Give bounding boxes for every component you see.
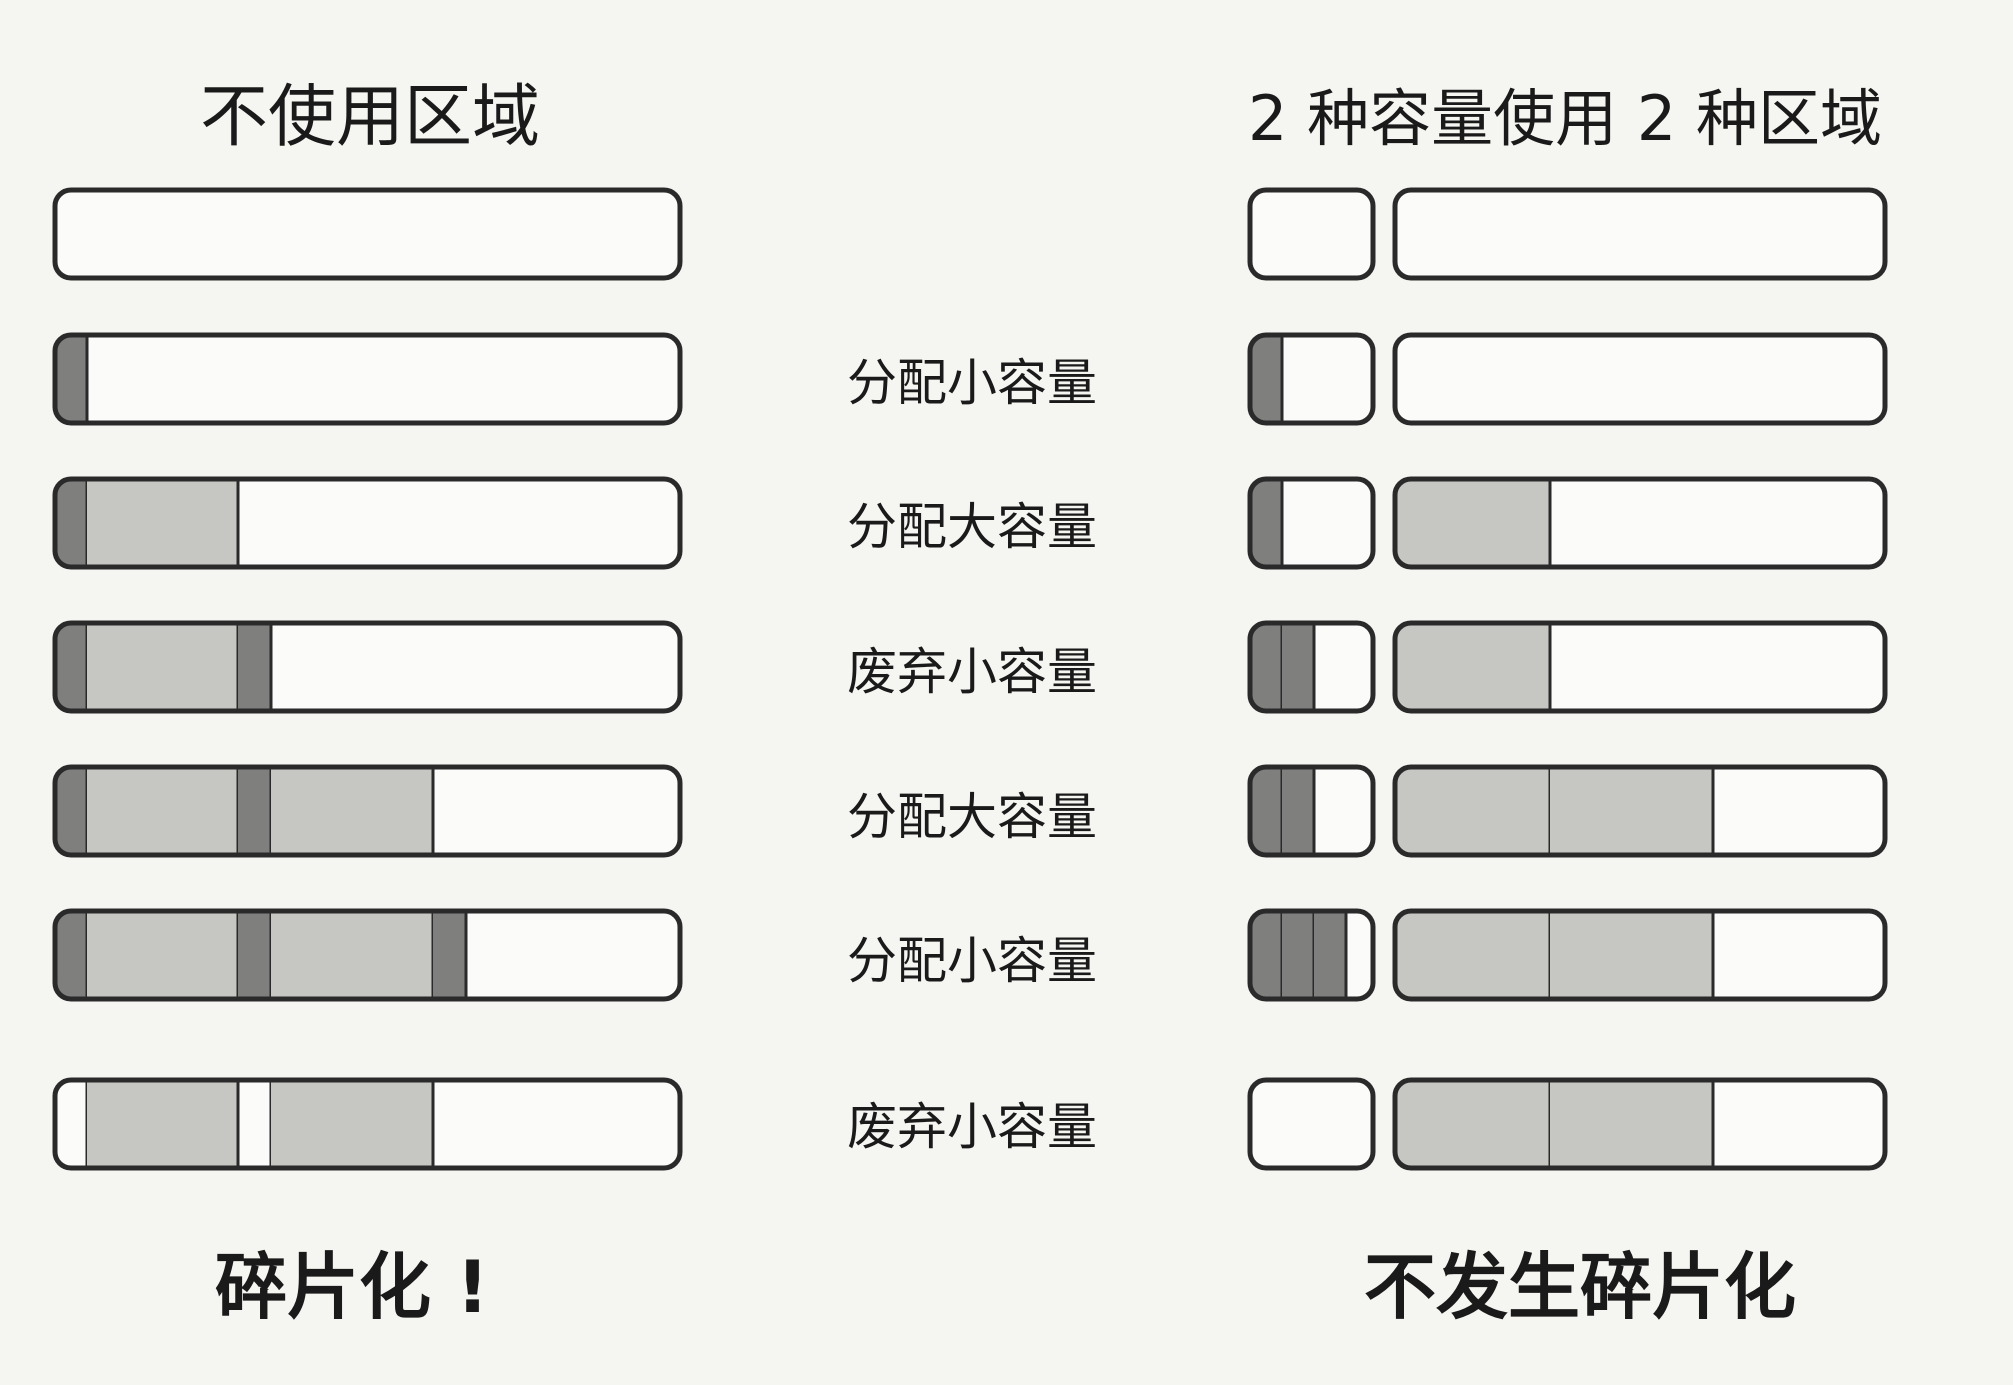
left-heading: 不使用区域 (200, 78, 540, 157)
step-label-4: 分配大容量 (847, 788, 1097, 846)
left-memory-bar-row-3 (52, 476, 683, 570)
left-memory-bar-row-4 (52, 620, 683, 714)
large-allocation-block (1550, 911, 1713, 999)
bar-background (1250, 190, 1373, 278)
small-allocation-block (55, 911, 87, 999)
right-large-area-bar-row-7 (1392, 1077, 1888, 1171)
large-allocation-block (87, 911, 238, 999)
bar-background (55, 335, 680, 423)
right-small-area-bar-row-6 (1247, 908, 1376, 1002)
step-label-6: 废弃小容量 (847, 1098, 1097, 1156)
small-allocation-block (238, 911, 271, 999)
small-allocation-block (55, 479, 87, 567)
small-allocation-block (1250, 911, 1282, 999)
right-heading: 2 种容量使用 2 种区域 (1248, 82, 1882, 155)
large-allocation-block (1395, 1080, 1550, 1168)
bar-background (55, 190, 680, 278)
step-label-3: 废弃小容量 (847, 643, 1097, 701)
small-allocation-block (238, 767, 271, 855)
small-allocation-block (1250, 479, 1282, 567)
bar-background (1395, 335, 1885, 423)
step-label-1: 分配小容量 (847, 354, 1097, 412)
large-allocation-block (87, 1080, 238, 1168)
large-allocation-block (271, 767, 433, 855)
large-allocation-block (1550, 1080, 1713, 1168)
memory-fragmentation-diagram: 不使用区域 2 种容量使用 2 种区域 分配小容量 分配大容量 废弃小容量 分配… (0, 0, 2013, 1385)
small-allocation-block (1282, 911, 1314, 999)
small-allocation-block (1314, 911, 1346, 999)
right-large-area-bar-row-6 (1392, 908, 1888, 1002)
small-allocation-block (1250, 623, 1282, 711)
small-allocation-block (1282, 767, 1314, 855)
right-large-area-bar-row-4 (1392, 620, 1888, 714)
large-allocation-block (1550, 767, 1713, 855)
left-memory-bar-row-7 (52, 1077, 683, 1171)
left-result-label: 碎片化 ! (215, 1245, 489, 1329)
left-memory-bar-row-5 (52, 764, 683, 858)
right-large-area-bar-row-5 (1392, 764, 1888, 858)
small-allocation-block (433, 911, 466, 999)
step-label-2: 分配大容量 (847, 498, 1097, 556)
large-allocation-block (87, 767, 238, 855)
small-allocation-block (55, 623, 87, 711)
left-memory-bar-row-1 (52, 187, 683, 281)
large-allocation-block (1395, 911, 1550, 999)
right-small-area-bar-row-3 (1247, 476, 1376, 570)
right-small-area-bar-row-2 (1247, 332, 1376, 426)
right-small-area-bar-row-7 (1247, 1077, 1376, 1171)
small-allocation-block (55, 335, 87, 423)
small-allocation-block (1250, 767, 1282, 855)
large-allocation-block (1395, 479, 1550, 567)
right-large-area-bar-row-3 (1392, 476, 1888, 570)
small-allocation-block (1282, 623, 1314, 711)
left-memory-bar-row-2 (52, 332, 683, 426)
large-allocation-block (87, 479, 238, 567)
diagram-canvas: 不使用区域 2 种容量使用 2 种区域 分配小容量 分配大容量 废弃小容量 分配… (52, 78, 1888, 1329)
right-small-area-bar-row-4 (1247, 620, 1376, 714)
right-small-area-bar-row-1 (1247, 187, 1376, 281)
large-allocation-block (271, 1080, 433, 1168)
bar-background (1250, 1080, 1373, 1168)
right-small-area-bar-row-5 (1247, 764, 1376, 858)
small-allocation-block (238, 623, 271, 711)
small-allocation-block (1250, 335, 1282, 423)
right-result-label: 不发生碎片化 (1364, 1245, 1796, 1329)
large-allocation-block (271, 911, 433, 999)
step-label-5: 分配小容量 (847, 932, 1097, 990)
large-allocation-block (1395, 623, 1550, 711)
right-large-area-bar-row-1 (1392, 187, 1888, 281)
large-allocation-block (1395, 767, 1550, 855)
large-allocation-block (87, 623, 238, 711)
bar-background (1395, 190, 1885, 278)
small-allocation-block (55, 767, 87, 855)
left-memory-bar-row-6 (52, 908, 683, 1002)
right-large-area-bar-row-2 (1392, 332, 1888, 426)
